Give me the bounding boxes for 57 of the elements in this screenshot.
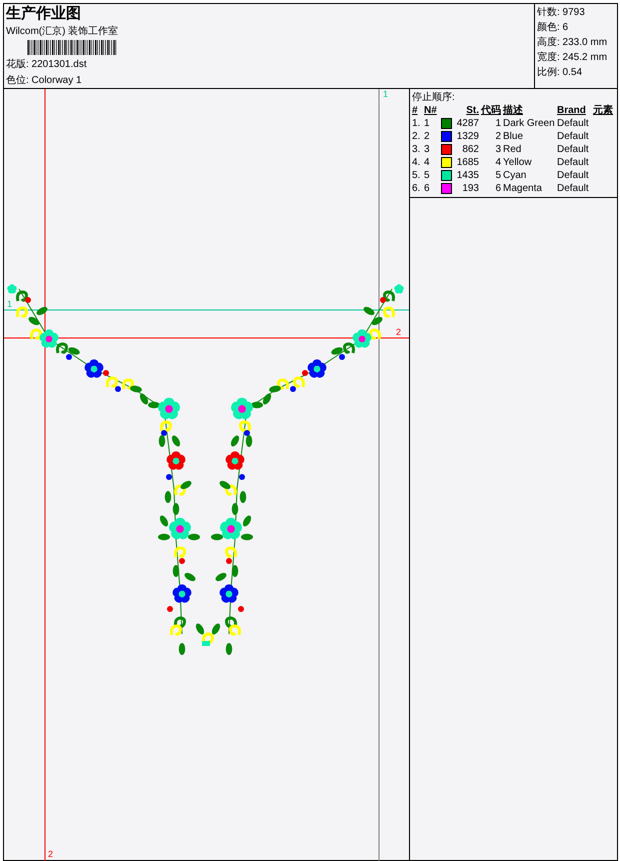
column-header: 元素	[593, 104, 614, 117]
table-cell-text: 4	[494, 156, 501, 169]
report-title: 生产作业图	[6, 5, 82, 22]
column-header: 代码	[481, 104, 501, 117]
stat-label: 颜色: 6	[537, 20, 570, 34]
guide-label: 2	[48, 849, 54, 859]
table-title: 停止顺序:	[412, 92, 455, 103]
table-cell-text: Blue	[503, 130, 524, 143]
column-header: 描述	[503, 104, 524, 117]
table-cell-text: 4287	[456, 117, 479, 130]
stat-label: 比例: 0.54	[537, 66, 584, 79]
table-cell: Dark Green	[503, 117, 555, 130]
table-cell-text: Default	[557, 117, 590, 130]
table-cell-text: 5.	[412, 169, 422, 182]
guide-label: 1	[7, 299, 12, 309]
table-cell-text: 2	[494, 130, 501, 143]
column-header: St.	[465, 104, 479, 117]
stat-label: 宽度: 245.2 mm	[537, 50, 608, 64]
guide-label: 2	[396, 327, 402, 337]
table-cell-text: 3	[494, 143, 501, 156]
table-cell-text: 1435	[456, 169, 479, 182]
column-header: Brand	[557, 104, 587, 117]
table-cell-text: 4.	[412, 156, 422, 169]
guide-label: 1	[383, 89, 388, 99]
table-cell-text: Default	[557, 169, 590, 182]
table-cell-text: 862	[461, 143, 479, 156]
table-cell-text: Yellow	[503, 156, 533, 169]
table-cell-text: 3	[424, 143, 431, 156]
table-cell-text: Magenta	[503, 182, 543, 195]
table-cell-text: 4	[424, 156, 431, 169]
table-cell-text: Default	[557, 182, 590, 195]
column-header: N#	[424, 104, 438, 117]
table-cell-text: 5	[424, 169, 431, 182]
table-cell-text: 1.	[412, 117, 422, 130]
stat-label: 高度: 233.0 mm	[537, 36, 608, 49]
table-cell-text: 1685	[456, 156, 479, 169]
table-cell-text: 193	[461, 182, 479, 195]
table-cell-text: 1329	[456, 130, 479, 143]
table-cell-text: 2.	[412, 130, 422, 143]
table-cell-text: Default	[557, 130, 590, 143]
table-cell-text: 3.	[412, 143, 422, 156]
table-cell-text: Cyan	[503, 169, 528, 182]
table-cell-text: Default	[557, 143, 590, 156]
table-cell-text: 5	[494, 169, 501, 182]
table-cell-text: Default	[557, 156, 590, 169]
design-file-label: 花版: 2201301.dst	[6, 58, 88, 71]
table-cell-text: 6	[494, 182, 501, 195]
company-name: Wilcom(汇京) 装饰工作室	[6, 24, 120, 38]
colorway-label: 色位: Colorway 1	[6, 74, 83, 87]
table-cell-text: 6.	[412, 182, 422, 195]
stat-label: 针数: 9793	[537, 6, 586, 19]
table-cell-text: 6	[424, 182, 431, 195]
table-cell-text: 1	[424, 117, 431, 130]
column-header: #	[412, 104, 419, 117]
table-cell-text: 1	[494, 117, 501, 130]
table-cell-text: 2	[424, 130, 431, 143]
table-cell-text: Red	[503, 143, 522, 156]
